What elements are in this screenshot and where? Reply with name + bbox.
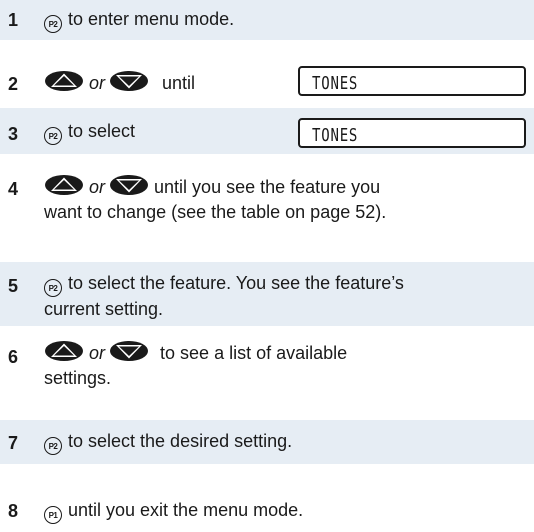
lcd-display: TONES — [298, 118, 526, 148]
step-number: 2 — [8, 74, 19, 94]
instruction-steps: 1 P2 to enter menu mode. 2 or until TONES… — [0, 0, 534, 532]
step-5: 5 P2 to select the feature. You see the f… — [0, 262, 534, 326]
step-text: to enter menu mode. — [68, 9, 235, 29]
step-7: 7 P2 to select the desired setting. — [0, 420, 534, 464]
step-3: 3 P2 to select TONES — [0, 108, 534, 154]
up-arrow-icon — [45, 71, 83, 91]
display-text: TONES — [312, 125, 359, 146]
step-text: to select the feature. You see the featu… — [68, 273, 404, 293]
display-text: TONES — [312, 73, 359, 94]
step-number: 4 — [8, 179, 19, 199]
step-text: to see a list of available — [160, 343, 348, 363]
p2-button-icon: P2 — [44, 279, 62, 297]
step-1: 1 P2 to enter menu mode. — [0, 0, 534, 40]
step-number: 7 — [8, 433, 19, 453]
step-text-continued: current setting. — [44, 299, 164, 319]
or-label: or — [89, 177, 106, 197]
step-number: 8 — [8, 501, 19, 521]
step-number: 1 — [8, 10, 19, 30]
p2-button-icon: P2 — [44, 127, 62, 145]
step-number: 6 — [8, 347, 19, 367]
step-text: until you exit the menu mode. — [68, 500, 304, 520]
down-arrow-icon — [110, 341, 149, 361]
or-label: or — [89, 73, 106, 93]
step-text-continued: settings. — [44, 368, 112, 388]
step-2: 2 or until TONES — [0, 58, 534, 98]
step-8: 8 P1 until you exit the menu mode. — [0, 486, 534, 526]
down-arrow-icon — [110, 175, 149, 195]
step-6: 6 or to see a list of available settings… — [0, 334, 534, 398]
step-text: until you see the feature you — [154, 177, 381, 197]
step-text-continued: want to change (see the table on page 52… — [44, 202, 387, 222]
up-arrow-icon — [45, 341, 83, 361]
p2-button-icon: P2 — [44, 437, 62, 455]
p1-button-icon: P1 — [44, 506, 62, 524]
p2-button-icon: P2 — [44, 15, 62, 33]
up-arrow-icon — [45, 175, 83, 195]
down-arrow-icon — [110, 71, 149, 91]
step-number: 3 — [8, 124, 19, 144]
step-text: to select the desired setting. — [68, 431, 293, 451]
step-text: to select — [68, 121, 136, 141]
step-number: 5 — [8, 276, 19, 296]
step-4: 4 or until you see the feature you want … — [0, 168, 534, 232]
step-text: until — [162, 73, 196, 93]
or-label: or — [89, 343, 106, 363]
lcd-display: TONES — [298, 66, 526, 96]
